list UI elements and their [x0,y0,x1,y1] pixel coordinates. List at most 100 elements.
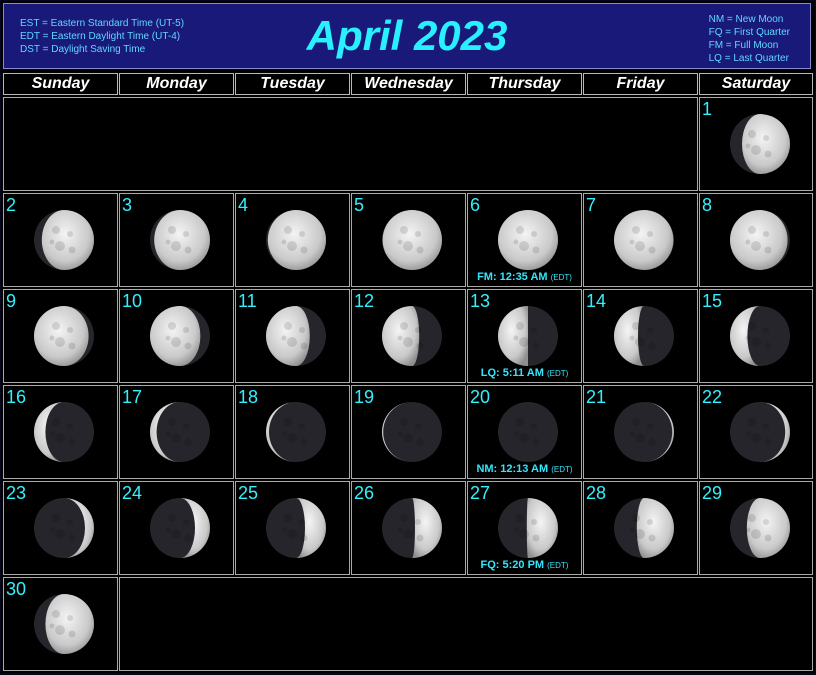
day-number: 17 [122,387,143,407]
day-cell: 26 [351,481,466,575]
day-cell: 8 [699,193,813,287]
phase-event-time: FM: 12:35 AM [477,271,551,283]
day-number: 26 [354,483,375,503]
phase-event-time: FQ: 5:20 PM [480,559,548,571]
weekday-header-thursday: Thursday [467,73,582,95]
moon-image [380,304,444,373]
day-number: 3 [122,195,133,215]
moon-image [148,208,212,277]
day-cell: 21 [583,385,698,479]
phase-event-label: FM: 12:35 AM (EDT) [468,271,581,283]
moon-image [496,496,560,565]
day-cell: 24 [119,481,234,575]
moon-phase-icon [150,210,210,270]
day-number: 24 [122,483,143,503]
moon-image [264,400,328,469]
day-cell: 6 FM: 12:35 AM (EDT) [467,193,582,287]
day-cell: 19 [351,385,466,479]
moon-phase-icon [730,114,790,174]
moon-phase-icon [34,594,94,654]
moon-phase-icon [498,306,558,366]
moon-image [32,208,96,277]
legend-nm: NM = New Moon [708,14,784,25]
day-number: 12 [354,291,375,311]
phase-event-timezone: (EDT) [551,465,573,474]
moon-image [32,304,96,373]
phase-event-timezone: (EDT) [546,369,569,378]
moon-image [380,400,444,469]
weekday-header-saturday: Saturday [699,73,813,95]
phase-legend: NM = New Moon FQ = First Quarter FM = Fu… [709,13,790,65]
moon-phase-icon [730,498,790,558]
day-cell: 9 [3,289,118,383]
day-cell: 28 [583,481,698,575]
moon-image [32,592,96,661]
phase-event-time: LQ: 5:11 AM [480,367,547,379]
day-cell: 23 [3,481,118,575]
moon-phase-icon [382,498,442,558]
day-cell: 1 [699,97,813,191]
moon-phase-icon [614,402,674,462]
moon-image [612,304,676,373]
moon-phase-calendar: EST = Eastern Standard Time (UT-5) EDT =… [1,1,815,673]
moon-image [728,304,792,373]
moon-image [496,400,560,469]
moon-phase-icon [614,498,674,558]
day-cell: 22 [699,385,813,479]
moon-image [264,496,328,565]
day-cell: 15 [699,289,813,383]
moon-phase-icon [34,306,94,366]
day-cell: 10 [119,289,234,383]
day-number: 4 [238,195,249,215]
day-number: 5 [354,195,365,215]
day-cell: 25 [235,481,350,575]
legend-lq: LQ = Last Quarter [708,53,789,64]
day-cell: 27 FQ: 5:20 PM (EDT) [467,481,582,575]
day-number: 11 [238,291,257,311]
day-cell: 13 LQ: 5:11 AM (EDT) [467,289,582,383]
moon-phase-icon [34,498,94,558]
moon-image [612,400,676,469]
moon-phase-icon [730,306,790,366]
day-number: 29 [702,483,723,503]
weekday-header-monday: Monday [119,73,234,95]
phase-event-label: LQ: 5:11 AM (EDT) [468,367,581,379]
day-number: 14 [586,291,607,311]
weekday-header-friday: Friday [583,73,698,95]
day-number: 27 [470,483,491,503]
day-cell: 30 [3,577,118,671]
moon-phase-icon [498,210,558,270]
weekday-header-tuesday: Tuesday [235,73,350,95]
month-title: April 2023 [306,12,508,59]
moon-image [728,400,792,469]
day-number: 10 [122,291,143,311]
moon-image [380,208,444,277]
moon-image [32,496,96,565]
moon-phase-icon [150,498,210,558]
empty-cell [3,97,698,191]
day-cell: 7 [583,193,698,287]
day-number: 16 [6,387,27,407]
phase-event-timezone: (EDT) [547,561,569,570]
moon-image [728,208,792,277]
moon-phase-icon [266,498,326,558]
empty-cell [119,577,813,671]
day-number: 23 [6,483,27,503]
moon-phase-icon [150,306,210,366]
moon-phase-icon [266,306,326,366]
day-cell: 18 [235,385,350,479]
moon-image [148,304,212,373]
day-cell: 4 [235,193,350,287]
moon-image [148,496,212,565]
phase-event-label: FQ: 5:20 PM (EDT) [468,559,581,571]
moon-phase-icon [150,402,210,462]
moon-image [32,400,96,469]
day-cell: 16 [3,385,118,479]
day-number: 1 [702,99,713,119]
day-number: 15 [702,291,723,311]
legend-fm: FM = Full Moon [708,40,779,51]
day-number: 6 [470,195,481,215]
day-number: 25 [238,483,259,503]
day-number: 20 [470,387,491,407]
moon-phase-icon [34,210,94,270]
